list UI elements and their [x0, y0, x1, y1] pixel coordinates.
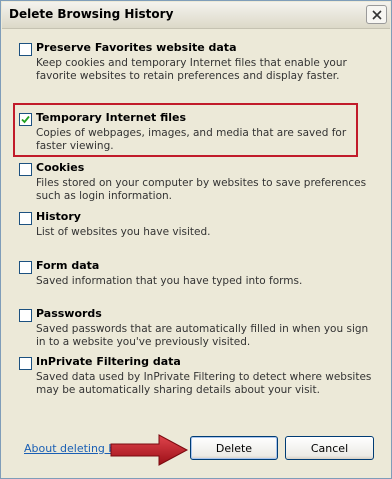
temporary-internet-files-checkbox[interactable] [19, 113, 32, 126]
cookies-checkbox[interactable] [19, 163, 32, 176]
title-bar: Delete Browsing History [2, 2, 390, 29]
delete-browsing-history-dialog: Delete Browsing History Preserve Favorit… [0, 0, 392, 479]
close-button[interactable] [366, 5, 387, 24]
option-label: Temporary Internet files [36, 111, 187, 124]
inprivate-filtering-checkbox[interactable] [19, 357, 32, 370]
option-label: Passwords [36, 307, 102, 320]
option-description: Copies of webpages, images, and media th… [36, 127, 347, 152]
passwords-checkbox[interactable] [19, 309, 32, 322]
option-description: Saved information that you have typed in… [36, 275, 303, 287]
option-description: Saved data used by InPrivate Filtering t… [36, 371, 372, 396]
option-description: Files stored on your computer by website… [36, 177, 367, 202]
cancel-button-label: Cancel [310, 441, 349, 455]
history-checkbox[interactable] [19, 212, 32, 225]
option-description: List of websites you have visited. [36, 226, 211, 238]
delete-button-label: Delete [215, 441, 253, 455]
cancel-button[interactable]: Cancel [285, 436, 374, 460]
arrow-icon [110, 434, 189, 466]
option-description: Keep cookies and temporary Internet file… [36, 57, 347, 82]
option-label: Form data [36, 259, 100, 272]
option-label: Preserve Favorites website data [36, 41, 237, 54]
preserve-favorites-checkbox[interactable] [19, 43, 32, 56]
dialog-title: Delete Browsing History [9, 7, 174, 21]
delete-button[interactable]: Delete [190, 436, 278, 460]
checkmark-icon [21, 115, 30, 124]
option-description: Saved passwords that are automatically f… [36, 323, 369, 348]
close-icon [371, 10, 382, 20]
form-data-checkbox[interactable] [19, 261, 32, 274]
option-label: InPrivate Filtering data [36, 355, 181, 368]
option-label: History [36, 210, 81, 223]
option-label: Cookies [36, 161, 85, 174]
